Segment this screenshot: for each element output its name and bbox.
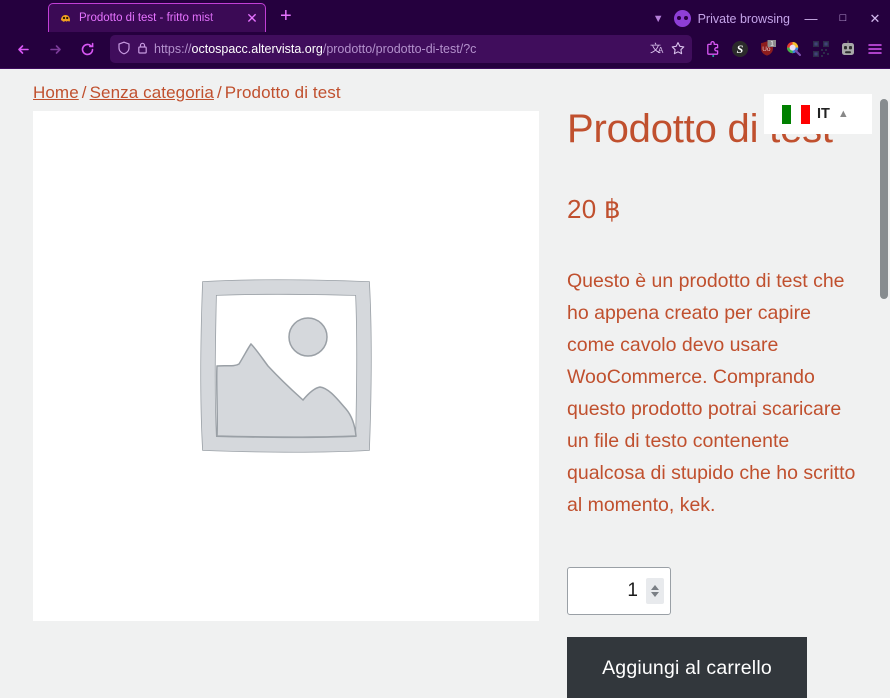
navigation-toolbar: https://octospacc.altervista.org/prodott… (0, 32, 890, 68)
browser-chrome: Prodotto di test - fritto mist ✕ + ▼ Pri… (0, 0, 890, 69)
mask-icon (673, 10, 691, 27)
minimize-button[interactable]: — (800, 12, 822, 25)
breadcrumb-current: Prodotto di test (224, 83, 341, 102)
tab-title: Prodotto di test - fritto mist (79, 12, 214, 24)
tab-strip: Prodotto di test - fritto mist ✕ + ▼ Pri… (0, 0, 890, 32)
breadcrumb-separator: / (81, 83, 87, 102)
breadcrumb-separator: / (216, 83, 222, 102)
maximize-button[interactable]: □ (832, 13, 854, 24)
extensions-toolbar: S Uo 1 (700, 39, 884, 58)
new-tab-button[interactable]: + (280, 6, 292, 26)
chevron-down-icon[interactable]: ▼ (653, 13, 664, 25)
shield-icon[interactable] (117, 41, 131, 57)
italian-flag-icon (782, 104, 810, 124)
product-layout: Prodotto di test 20 ฿ Questo è un prodot… (0, 103, 890, 698)
quantity-stepper[interactable] (567, 566, 671, 615)
quantity-input[interactable] (568, 579, 646, 602)
product-gallery[interactable] (33, 111, 539, 621)
add-to-cart-form: Aggiungi al carrello (567, 566, 890, 698)
close-window-button[interactable]: ✕ (864, 12, 886, 25)
url-path: /prodotto/prodotto-di-test/?c (322, 42, 477, 56)
page-scrollbar[interactable] (877, 69, 890, 698)
spinner-down-icon[interactable] (651, 591, 659, 597)
quantity-spinner[interactable] (646, 577, 664, 604)
url-scheme: https:// (154, 42, 192, 56)
breadcrumb-home-link[interactable]: Home (33, 83, 79, 102)
add-to-cart-button[interactable]: Aggiungi al carrello (567, 636, 807, 698)
star-icon[interactable] (671, 41, 685, 57)
private-browsing-label: Private browsing (697, 11, 790, 26)
stylus-extension-icon[interactable]: S (731, 40, 749, 58)
qr-code-icon[interactable] (812, 40, 830, 58)
address-bar[interactable]: https://octospacc.altervista.org/prodott… (110, 35, 692, 63)
url-display[interactable]: https://octospacc.altervista.org/prodott… (154, 42, 645, 56)
breadcrumb-category-link[interactable]: Senza categoria (90, 83, 214, 102)
product-summary: Prodotto di test 20 ฿ Questo è un prodot… (539, 107, 890, 698)
language-code: IT (817, 106, 830, 122)
tabstrip-right-group: ▼ Private browsing — □ ✕ (653, 10, 886, 32)
url-domain: octospacc.altervista.org (191, 42, 323, 56)
svg-text:S: S (737, 42, 744, 56)
search-lens-icon[interactable] (785, 40, 803, 58)
app-menu-icon[interactable] (866, 40, 884, 58)
chevron-up-icon[interactable]: ▲ (838, 108, 849, 120)
product-description: Questo è un prodotto di test che ho appe… (567, 269, 856, 516)
breadcrumb: Home / Senza categoria / Prodotto di test (0, 69, 890, 103)
forward-button[interactable] (40, 35, 70, 63)
lock-icon[interactable] (136, 41, 149, 57)
scrollbar-thumb[interactable] (880, 99, 888, 299)
reload-button[interactable] (72, 35, 102, 63)
back-button[interactable] (8, 35, 38, 63)
language-switcher[interactable]: IT ▲ (764, 94, 872, 134)
product-price: 20 ฿ (567, 193, 621, 224)
svg-text:A: A (658, 46, 664, 55)
browser-tab[interactable]: Prodotto di test - fritto mist ✕ (48, 3, 266, 32)
private-browsing-indicator: Private browsing (673, 10, 790, 27)
spinner-up-icon[interactable] (651, 584, 659, 590)
page-viewport: Home / Senza categoria / Prodotto di test Pr… (0, 69, 890, 698)
close-icon[interactable]: ✕ (245, 11, 259, 25)
ublock-origin-icon[interactable]: Uo 1 (758, 39, 777, 58)
svg-text:1: 1 (770, 40, 774, 47)
image-placeholder-icon (196, 276, 376, 456)
translate-icon[interactable]: 文A (650, 41, 665, 57)
octopus-favicon (58, 11, 73, 26)
extensions-puzzle-icon[interactable] (704, 40, 722, 58)
account-avatar-icon[interactable] (839, 40, 857, 58)
browser-window: Prodotto di test - fritto mist ✕ + ▼ Pri… (0, 0, 890, 698)
